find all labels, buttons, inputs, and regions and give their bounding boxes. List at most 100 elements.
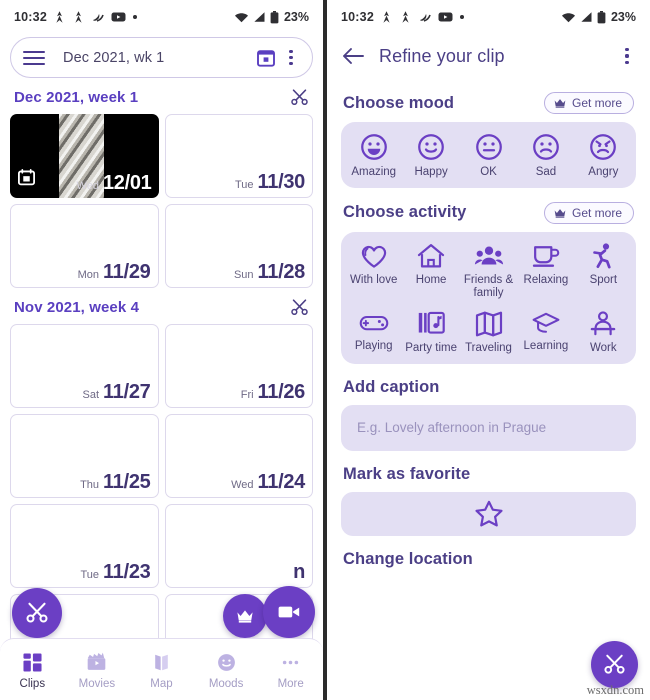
person-desk-icon	[588, 310, 618, 338]
nav-item-clips[interactable]: Clips	[2, 652, 62, 690]
get-more-activities-button[interactable]: Get more	[543, 201, 634, 224]
clip-card[interactable]: Wed 11/24	[164, 414, 313, 498]
nav-item-more[interactable]: More	[261, 652, 321, 690]
nav-item-movies[interactable]: Movies	[67, 652, 127, 690]
scissors-icon[interactable]	[290, 88, 309, 107]
calendar-icon[interactable]	[256, 48, 276, 68]
activity-label: Relaxing	[523, 273, 569, 286]
app-bar: Dec 2021, wk 1	[10, 37, 313, 78]
bottom-navigation: Clips Movies Map Moods More	[0, 638, 323, 700]
cut-clip-fab[interactable]	[12, 588, 62, 638]
scissors-icon[interactable]	[290, 298, 309, 317]
activity-option-party-time[interactable]: Party time	[402, 310, 459, 355]
favorite-toggle[interactable]	[341, 491, 636, 536]
mood-label: OK	[480, 166, 497, 178]
get-more-label: Get more	[571, 205, 622, 220]
walking-person-icon	[380, 10, 393, 24]
activity-label: Sport	[589, 273, 618, 286]
nav-label: More	[277, 677, 304, 690]
clip-card[interactable]: Tue 11/30	[164, 114, 313, 198]
clip-card[interactable]: n	[164, 504, 313, 588]
activity-option-home[interactable]: Home	[402, 242, 459, 300]
caption-placeholder: E.g. Lovely afternoon in Prague	[357, 420, 547, 435]
kebab-menu-icon[interactable]	[282, 49, 300, 66]
mood-option-amazing[interactable]: Amazing	[345, 132, 402, 179]
clip-date: Tue 11/23	[81, 561, 151, 584]
clip-daynum: 11/27	[103, 381, 151, 403]
running-person-icon	[588, 242, 618, 270]
mood-option-sad[interactable]: Sad	[517, 132, 574, 179]
top-app-bar: Refine your clip	[327, 34, 650, 78]
caption-input[interactable]: E.g. Lovely afternoon in Prague	[341, 404, 636, 451]
activity-label: Learning	[523, 339, 569, 352]
battery-icon	[597, 10, 606, 24]
home-icon	[416, 242, 446, 270]
mood-option-ok[interactable]: OK	[460, 132, 517, 179]
clip-card[interactable]: Thu 11/25	[10, 414, 159, 498]
activity-option-relaxing[interactable]: Relaxing	[517, 242, 574, 300]
clip-daynum: 11/24	[257, 471, 306, 493]
nav-item-moods[interactable]: Moods	[196, 652, 256, 690]
clip-grid-week1: Wed 12/01 Tue 11/30 Mon 11/29 Sun 11/28	[0, 114, 323, 288]
clip-card[interactable]: Sat 11/27	[10, 324, 159, 408]
face-sad-icon	[531, 132, 561, 162]
activity-option-with-love[interactable]: With love	[345, 242, 402, 300]
caption-section-header: Add caption	[327, 364, 650, 405]
clip-card[interactable]: Wed 12/01	[10, 114, 159, 198]
clip-daynum: 11/29	[103, 261, 151, 283]
section-title: Change location	[343, 549, 473, 568]
activity-option-work[interactable]: Work	[575, 310, 632, 355]
left-phone-screen: 10:32 23% Dec 2021, wk 1 Dec 2021, week …	[0, 0, 323, 700]
walking-person-icon	[399, 10, 412, 24]
clip-card[interactable]: Mon 11/29	[10, 204, 159, 288]
swirl-app-icon	[91, 10, 105, 24]
clip-dow: Sun	[233, 269, 254, 281]
clip-daynum: 11/23	[103, 561, 151, 583]
nav-item-map[interactable]: Map	[131, 652, 191, 690]
dot-icon	[132, 14, 138, 20]
activity-label: Work	[590, 341, 617, 354]
back-arrow-icon[interactable]	[341, 46, 367, 66]
get-more-moods-button[interactable]: Get more	[543, 92, 634, 114]
activity-option-friends-family[interactable]: Friends & family	[460, 242, 517, 300]
clip-card[interactable]: Sun 11/28	[164, 204, 313, 288]
activity-option-playing[interactable]: Playing	[345, 310, 402, 355]
clip-dow: Sat	[82, 389, 100, 401]
battery-percent: 23%	[610, 10, 636, 24]
refine-form[interactable]: Choose mood Get more Amazing Happy OK Sa…	[327, 78, 650, 700]
activity-option-traveling[interactable]: Traveling	[460, 310, 517, 355]
activity-option-sport[interactable]: Sport	[575, 242, 632, 300]
favorite-section-header: Mark as favorite	[327, 451, 650, 492]
mood-option-angry[interactable]: Angry	[575, 132, 632, 179]
clip-date: Thu 11/25	[80, 471, 151, 494]
cut-clip-fab[interactable]	[591, 641, 638, 688]
signal-icon	[253, 11, 266, 23]
section-title: Add caption	[343, 377, 440, 396]
youtube-icon	[438, 11, 453, 23]
battery-icon	[270, 10, 279, 24]
walking-person-icon	[72, 10, 85, 24]
section-title: Choose mood	[343, 93, 455, 112]
mood-option-happy[interactable]: Happy	[402, 132, 459, 179]
clip-dow: Tue	[80, 569, 100, 581]
clip-card[interactable]: Fri 11/26	[164, 324, 313, 408]
clip-dow: Tue	[235, 179, 254, 191]
week-header: Nov 2021, week 4	[0, 288, 323, 324]
activity-option-learning[interactable]: Learning	[517, 310, 574, 355]
mood-label: Amazing	[351, 166, 397, 178]
mood-label: Happy	[414, 166, 448, 178]
wifi-icon	[561, 11, 576, 23]
hamburger-icon[interactable]	[23, 50, 45, 65]
record-video-fab[interactable]	[263, 586, 315, 638]
wifi-icon	[234, 11, 249, 23]
kebab-menu-icon[interactable]	[618, 48, 636, 64]
premium-fab[interactable]	[223, 594, 267, 638]
clip-card[interactable]: Tue 11/23	[10, 504, 159, 588]
graduation-cap-icon	[531, 310, 561, 336]
status-time: 10:32	[341, 10, 374, 24]
app-bar-title: Dec 2021, wk 1	[63, 49, 165, 66]
coffee-cup-icon	[531, 242, 561, 270]
clapperboard-icon	[86, 652, 107, 673]
nav-label: Clips	[19, 677, 46, 690]
dot-icon	[459, 14, 465, 20]
